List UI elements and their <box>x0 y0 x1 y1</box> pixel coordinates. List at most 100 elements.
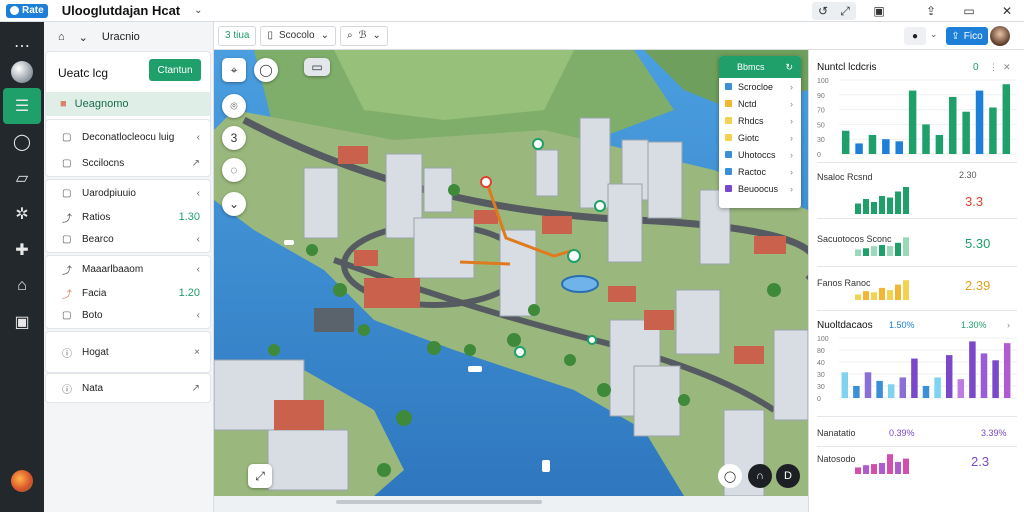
bar <box>945 355 953 398</box>
history-icon[interactable]: ↺ <box>812 2 834 20</box>
map-chip-style[interactable]: ▯ Scocolo ⌄ <box>260 25 336 46</box>
book-icon[interactable]: ▱ <box>0 160 44 196</box>
chevron-right-icon: › <box>790 81 793 92</box>
section1-value: 0 <box>973 62 979 73</box>
map-scrollbar[interactable] <box>336 500 542 504</box>
pin-tool[interactable]: ⌾ <box>222 94 246 118</box>
title-bar: Rate Ulooglutdajan Hcat ⌄ ↺ ⤢ ▣ ⇪ ▭ ✕ <box>0 0 1024 22</box>
locate-tool[interactable]: ⌖ <box>222 58 246 82</box>
view-2d-toggle[interactable]: ◯ <box>718 464 742 488</box>
avatar[interactable] <box>11 470 33 492</box>
sparkbars-4 <box>855 454 909 474</box>
close-icon[interactable]: ✕ <box>1003 62 1011 73</box>
map-toolbar: 3 tiua ▯ Scocolo ⌄ ⌕ ℬ ⌄ <box>214 22 808 50</box>
spark-bar <box>855 467 861 474</box>
expand-tool[interactable]: ⤢ <box>248 464 272 488</box>
primary-button[interactable]: Ctantun <box>149 59 201 81</box>
spark-bar <box>871 246 877 256</box>
divider <box>817 310 1017 311</box>
device-icon[interactable]: ▣ <box>868 2 890 20</box>
view-3d-toggle[interactable]: ∩ <box>748 464 772 488</box>
chevron-down-icon[interactable]: ⌄ <box>222 192 246 216</box>
layer-item[interactable]: Nctd › <box>719 95 801 112</box>
bar <box>911 358 918 398</box>
home-icon[interactable]: ⌂ <box>0 268 44 304</box>
doc-icon: ▢ <box>62 187 72 199</box>
sparkbars-1 <box>855 187 909 214</box>
y-tick-label: 100 <box>817 336 829 343</box>
download-icon[interactable]: ▣ <box>0 304 44 340</box>
chevron-right-icon: › <box>790 183 793 194</box>
logo-text: Rate <box>22 5 44 16</box>
spark-bar <box>863 291 869 300</box>
spark-bar <box>887 197 893 214</box>
publish-button[interactable]: ⇪ Fico <box>946 27 988 45</box>
list-item[interactable]: ⓘ Nata ↗ <box>46 377 210 399</box>
spark-bar <box>895 284 901 300</box>
plus-icon[interactable]: ✚ <box>0 232 44 268</box>
layer-item[interactable]: Scrocloe › <box>719 78 801 95</box>
chevron-right-icon[interactable]: › <box>1007 320 1010 330</box>
chevron-down-icon[interactable]: ⌄ <box>194 5 202 16</box>
close-icon[interactable]: ✕ <box>996 2 1018 20</box>
more-icon[interactable]: ⋮ <box>989 62 998 73</box>
list-item[interactable]: ▢ Sccilocns ↗ <box>46 152 210 174</box>
share-icon: ⤴ <box>62 213 72 225</box>
chevron-down-icon[interactable]: ⌄ <box>930 29 938 40</box>
layer-item[interactable]: Beuoocus › <box>719 180 801 197</box>
circle-tool[interactable]: ◯ <box>254 58 278 82</box>
bar <box>989 107 997 154</box>
bar <box>1002 84 1011 154</box>
metric-label: Natosodo <box>817 454 856 464</box>
app-logo[interactable]: Rate <box>6 3 48 18</box>
map-chip-filter[interactable]: ⌕ ℬ ⌄ <box>339 25 388 46</box>
doc-icon: ▢ <box>62 233 72 245</box>
home-icon[interactable]: ⌂ <box>58 31 65 43</box>
view-globe-toggle[interactable]: D <box>776 464 800 488</box>
avatar[interactable] <box>990 26 1010 46</box>
drop-tool[interactable]: ◌ <box>222 158 246 182</box>
metric-stat: 0.39% <box>889 428 915 438</box>
list-item[interactable]: ▢ Bearco ‹ <box>46 228 210 250</box>
palette-icon[interactable]: ● <box>904 27 926 45</box>
circle-icon[interactable]: ◯ <box>0 124 44 160</box>
refresh-icon[interactable]: ↻ <box>785 62 793 73</box>
y-tick-label: 40 <box>817 360 825 367</box>
right-panel-header: ● ⌄ ⇪ Fico <box>808 22 1024 50</box>
y-tick-label: 70 <box>817 108 825 115</box>
chevron-right-icon: › <box>790 115 793 126</box>
layer-item[interactable]: Uhotoccs › <box>719 146 801 163</box>
bar <box>841 372 849 398</box>
list-item[interactable]: ⤴ Facia 1.20 <box>46 282 210 304</box>
chevron-down-icon[interactable]: ⌄ <box>79 31 88 44</box>
bar <box>908 90 917 154</box>
map-chip-mode[interactable]: 3 tiua <box>218 25 257 46</box>
metric-stat: 3.3 <box>965 194 984 209</box>
minimize-icon[interactable]: ▭ <box>958 2 980 20</box>
layers-icon[interactable]: ☰ <box>3 88 41 124</box>
list-item[interactable]: ▢ Uarodpiuuio ‹ <box>46 182 210 204</box>
bar <box>864 372 872 398</box>
list-item[interactable]: ⓘ Hogat × <box>46 341 210 363</box>
list-item[interactable]: ▢ Boto ‹ <box>46 304 210 326</box>
list-item[interactable]: ▢ Deconatlocleocu luig ‹ <box>46 126 210 148</box>
chevron-down-icon: ⌄ <box>372 30 381 41</box>
disc-icon[interactable] <box>0 54 44 90</box>
image-tool[interactable]: ▭ <box>304 58 330 76</box>
network-icon[interactable]: ✲ <box>0 196 44 232</box>
layer-swatch <box>725 134 732 141</box>
marker-tool[interactable]: 3 <box>222 126 246 150</box>
expand-icon[interactable]: ⤢ <box>834 2 856 20</box>
layers-header[interactable]: Bbmcs ↻ <box>719 56 801 78</box>
share-icon[interactable]: ⇪ <box>920 2 942 20</box>
list-item[interactable]: ⤴ Maaarlbaaom ‹ <box>46 258 210 280</box>
spark-bar <box>855 203 861 214</box>
list-item[interactable]: ⤴ Ratios 1.30 <box>46 206 210 228</box>
doc-icon: ▢ <box>62 157 72 169</box>
layer-item[interactable]: Rhdcs › <box>719 112 801 129</box>
layer-item[interactable]: Ractoc › <box>719 163 801 180</box>
sidebar-item-active[interactable]: ■ Ueagnomo <box>46 92 210 116</box>
layer-item[interactable]: Giotc › <box>719 129 801 146</box>
spark-bar <box>863 248 869 256</box>
chevron-right-icon: › <box>790 149 793 160</box>
